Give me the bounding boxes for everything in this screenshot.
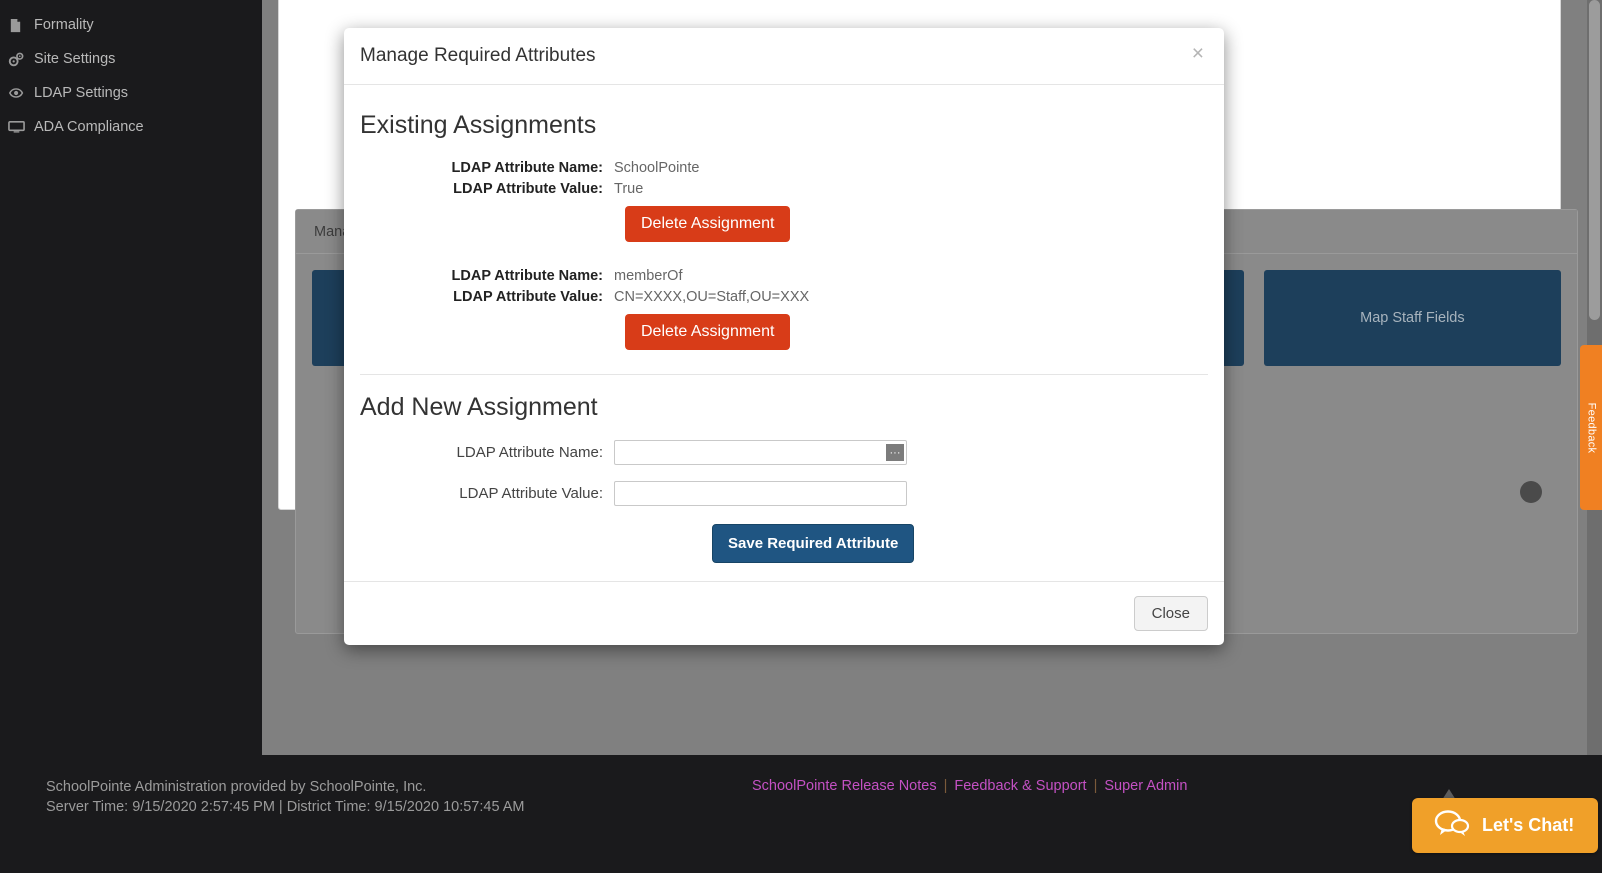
footer-times: Server Time: 9/15/2020 2:57:45 PM | Dist…	[46, 799, 525, 815]
handshake-icon	[8, 86, 34, 100]
speech-bubbles-icon	[1434, 809, 1470, 842]
sidebar-item-site-settings[interactable]: Site Settings	[0, 42, 262, 76]
sidebar-item-label: LDAP Settings	[34, 85, 129, 101]
sidebar-item-label: Formality	[34, 17, 94, 33]
attribute-name-value: SchoolPointe	[614, 160, 700, 176]
ldap-attribute-name-label: LDAP Attribute Name:	[456, 444, 603, 461]
ldap-attribute-value-row: LDAP Attribute Value:	[360, 481, 1208, 506]
assignment-name-pair: LDAP Attribute Name: memberOf	[360, 266, 1208, 286]
sidebar-item-ldap-settings[interactable]: LDAP Settings	[0, 76, 262, 110]
submit-row: Save Required Attribute	[360, 524, 1208, 563]
footer-info: SchoolPointe Administration provided by …	[46, 777, 525, 817]
assignment-row: LDAP Attribute Name: memberOf LDAP Attri…	[360, 266, 1208, 350]
close-icon[interactable]: ×	[1186, 42, 1210, 65]
delete-button-wrap: Delete Assignment	[360, 206, 1208, 242]
page-footer: SchoolPointe Administration provided by …	[0, 755, 1602, 873]
chat-label: Let's Chat!	[1482, 815, 1575, 835]
footer-links: SchoolPointe Release Notes | Feedback & Su…	[752, 778, 1187, 794]
sidebar-item-formality[interactable]: Formality	[0, 8, 262, 42]
attribute-name-value: memberOf	[614, 268, 683, 284]
scrollbar-thumb[interactable]	[1589, 0, 1600, 320]
gears-icon	[8, 52, 34, 67]
feedback-tab-label: Feedback	[1585, 402, 1597, 453]
assignment-name-pair: LDAP Attribute Name: SchoolPointe	[360, 158, 1208, 178]
ldap-attribute-value-field-wrap	[614, 481, 907, 506]
attribute-value-value: CN=XXXX,OU=Staff,OU=XXX	[614, 289, 810, 305]
modal-header: Manage Required Attributes ×	[344, 28, 1224, 85]
link-separator: |	[1093, 778, 1098, 794]
assignment-value-pair: LDAP Attribute Value: CN=XXXX,OU=Staff,O…	[360, 287, 1208, 307]
feedback-tab[interactable]: Feedback	[1580, 345, 1602, 510]
modal-title: Manage Required Attributes	[360, 45, 596, 66]
manage-required-attributes-modal: Manage Required Attributes × Existing As…	[344, 28, 1224, 645]
page-root: Formality Site Settings LDAP Settings AD…	[0, 0, 1602, 873]
attribute-name-label: LDAP Attribute Name:	[451, 160, 603, 176]
monitor-icon	[8, 120, 34, 134]
browse-ellipsis-button[interactable]: ···	[886, 444, 904, 461]
modal-body: Existing Assignments LDAP Attribute Name…	[344, 85, 1224, 581]
attribute-name-label: LDAP Attribute Name:	[451, 268, 603, 284]
attribute-value-value: True	[614, 181, 644, 197]
footer-provider: SchoolPointe Administration provided by …	[46, 779, 427, 795]
ldap-attribute-name-field-wrap: ···	[614, 440, 907, 465]
delete-assignment-button[interactable]: Delete Assignment	[625, 314, 791, 350]
ldap-attribute-value-label: LDAP Attribute Value:	[459, 485, 603, 502]
sidebar: Formality Site Settings LDAP Settings AD…	[0, 0, 262, 755]
attribute-value-label: LDAP Attribute Value:	[453, 289, 603, 305]
ldap-attribute-value-input[interactable]	[614, 481, 907, 506]
assignment-value-pair: LDAP Attribute Value: True	[360, 179, 1208, 199]
sidebar-item-label: ADA Compliance	[34, 119, 144, 135]
link-super-admin[interactable]: Super Admin	[1104, 778, 1187, 794]
sidebar-item-label: Site Settings	[34, 51, 116, 67]
save-required-attribute-button[interactable]: Save Required Attribute	[712, 524, 915, 563]
link-feedback-support[interactable]: Feedback & Support	[954, 778, 1086, 794]
link-release-notes[interactable]: SchoolPointe Release Notes	[752, 778, 937, 794]
delete-button-wrap: Delete Assignment	[360, 314, 1208, 350]
link-separator: |	[943, 778, 948, 794]
modal-footer: Close	[344, 581, 1224, 645]
document-icon	[8, 18, 34, 33]
lets-chat-button[interactable]: Let's Chat!	[1412, 798, 1598, 853]
ldap-attribute-name-row: LDAP Attribute Name: ···	[360, 440, 1208, 465]
assignment-row: LDAP Attribute Name: SchoolPointe LDAP A…	[360, 158, 1208, 242]
add-new-assignment-heading: Add New Assignment	[360, 393, 598, 421]
scroll-top-circle[interactable]	[1520, 481, 1542, 503]
sidebar-item-ada-compliance[interactable]: ADA Compliance	[0, 110, 262, 144]
ldap-attribute-name-input[interactable]	[614, 440, 907, 465]
delete-assignment-button[interactable]: Delete Assignment	[625, 206, 791, 242]
existing-assignments-heading: Existing Assignments	[360, 111, 597, 139]
section-divider	[360, 374, 1208, 375]
attribute-value-label: LDAP Attribute Value:	[453, 181, 603, 197]
tile-map-staff-fields[interactable]: Map Staff Fields	[1263, 270, 1561, 366]
close-button[interactable]: Close	[1133, 596, 1208, 631]
